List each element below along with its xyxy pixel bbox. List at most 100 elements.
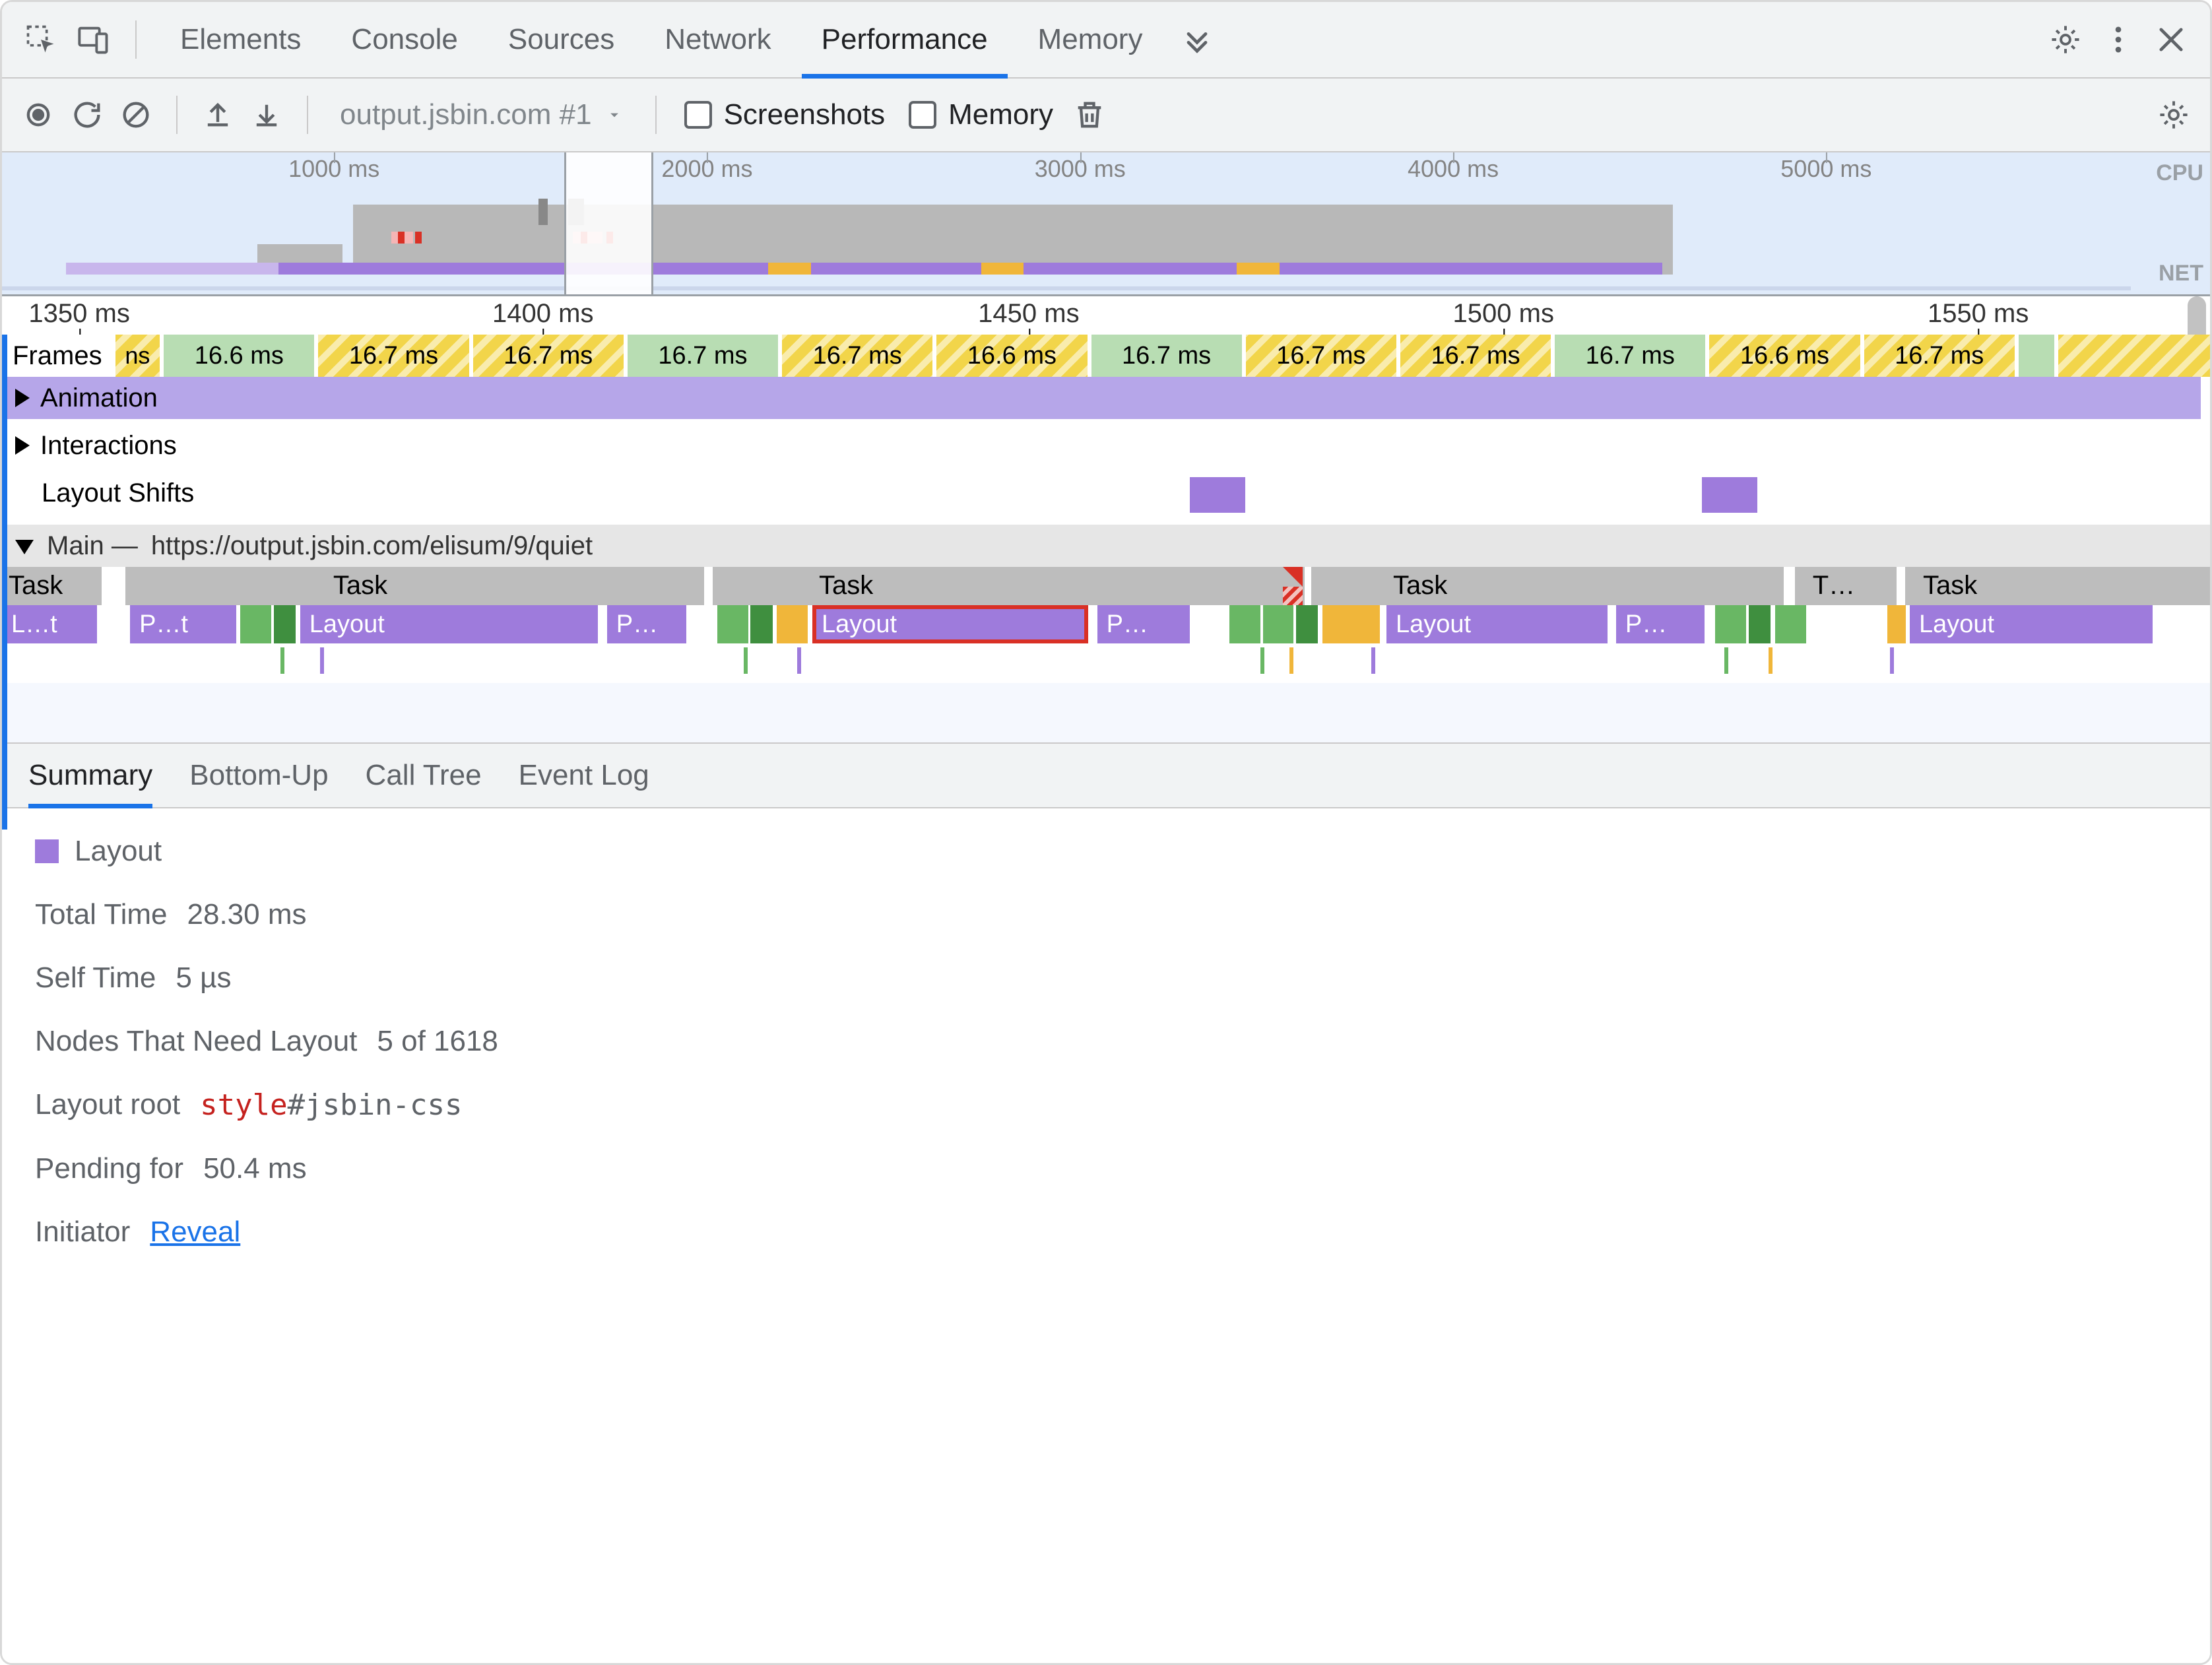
devtools-tab-bar: ElementsConsoleSourcesNetworkPerformance…	[2, 2, 2210, 79]
flame-event[interactable]: P…	[1616, 605, 1705, 643]
flame-event[interactable]: Layout	[1386, 605, 1608, 643]
collapse-icon[interactable]	[15, 540, 34, 554]
tab-performance[interactable]: Performance	[797, 2, 1013, 77]
detail-ruler[interactable]: 1350 ms1400 ms1450 ms1500 ms1550 ms	[2, 296, 2210, 335]
frame-segment[interactable]: 16.6 ms	[936, 335, 1091, 377]
frame-segment[interactable]	[2019, 335, 2058, 377]
animation-lane-label: Animation	[40, 383, 158, 413]
frame-segment[interactable]: 16.6 ms	[1709, 335, 1864, 377]
task-block[interactable]: Task	[819, 571, 873, 601]
frame-segment[interactable]: 16.7 ms	[473, 335, 628, 377]
task-block[interactable]: Task	[333, 571, 387, 601]
flame-event[interactable]	[1775, 605, 1806, 643]
screenshots-toggle[interactable]: Screenshots	[676, 98, 894, 131]
flame-chart-lanes[interactable]: Frames ns16.6 ms16.7 ms16.7 ms16.7 ms16.…	[2, 335, 2210, 742]
flame-event[interactable]	[1749, 605, 1771, 643]
frame-segment[interactable]: ns	[115, 335, 164, 377]
recording-select[interactable]: output.jsbin.com #1	[328, 90, 635, 140]
tab-sources[interactable]: Sources	[483, 2, 639, 77]
detail-tab-summary[interactable]: Summary	[28, 744, 152, 807]
flame-event[interactable]	[1296, 605, 1318, 643]
tab-memory[interactable]: Memory	[1013, 2, 1168, 77]
flame-event[interactable]	[1887, 605, 1906, 643]
task-block[interactable]: Task	[1923, 571, 1977, 601]
flame-event[interactable]	[1229, 605, 1260, 643]
overview-tick: 2000 ms	[661, 155, 752, 183]
close-devtools-icon[interactable]	[2148, 16, 2194, 63]
separator	[176, 96, 178, 134]
caret-down-icon	[605, 98, 624, 131]
expand-icon[interactable]	[15, 389, 30, 407]
capture-settings-icon[interactable]	[2153, 94, 2194, 135]
frame-segment[interactable]: 16.7 ms	[1555, 335, 1709, 377]
layout-shifts-lane[interactable]: Layout Shifts	[2, 472, 2210, 525]
task-block[interactable]: Task	[1393, 571, 1447, 601]
initiator-reveal-link[interactable]: Reveal	[150, 1216, 240, 1249]
frames-lane[interactable]: Frames ns16.6 ms16.7 ms16.7 ms16.7 ms16.…	[2, 335, 2210, 377]
flame-event[interactable]	[777, 605, 808, 643]
flame-event[interactable]	[1263, 605, 1294, 643]
detail-tab-call-tree[interactable]: Call Tree	[366, 744, 482, 807]
flame-event[interactable]: P…	[607, 605, 686, 643]
flame-event[interactable]: P…	[1097, 605, 1190, 643]
inspect-icon[interactable]	[18, 16, 64, 63]
trash-icon[interactable]	[1069, 94, 1110, 135]
detail-tab-bottom-up[interactable]: Bottom-Up	[189, 744, 328, 807]
record-icon[interactable]	[18, 94, 59, 135]
tab-network[interactable]: Network	[639, 2, 796, 77]
flame-event[interactable]	[274, 605, 296, 643]
frame-segment[interactable]: 16.7 ms	[1246, 335, 1400, 377]
flame-event[interactable]: Layout	[300, 605, 599, 643]
flame-event[interactable]	[717, 605, 748, 643]
overview-timeline[interactable]: 1000 ms2000 ms3000 ms4000 ms5000 ms	[2, 152, 2210, 296]
clear-icon[interactable]	[115, 94, 156, 135]
interactions-lane[interactable]: Interactions	[2, 419, 2210, 472]
flame-child-tick	[1371, 647, 1375, 674]
flame-event[interactable]: Layout	[1910, 605, 2153, 643]
layout-shift-event[interactable]	[1702, 477, 1757, 513]
tab-elements[interactable]: Elements	[155, 2, 326, 77]
frame-segment[interactable]: 16.7 ms	[1864, 335, 2019, 377]
settings-icon[interactable]	[2042, 16, 2089, 63]
frame-segment[interactable]: 16.7 ms	[628, 335, 782, 377]
frame-segment[interactable]: 16.7 ms	[1091, 335, 1246, 377]
flame-event[interactable]: L…t	[2, 605, 97, 643]
flame-event[interactable]	[1322, 605, 1380, 643]
flame-event[interactable]	[1715, 605, 1746, 643]
detail-tab-event-log[interactable]: Event Log	[519, 744, 649, 807]
kebab-menu-icon[interactable]	[2095, 16, 2141, 63]
frame-segment[interactable]: 16.6 ms	[164, 335, 318, 377]
flame-child-tick	[1260, 647, 1264, 674]
frame-segment[interactable]: 16.7 ms	[318, 335, 472, 377]
event-color-swatch	[35, 839, 59, 863]
tab-console[interactable]: Console	[326, 2, 482, 77]
task-block[interactable]: T…	[1813, 571, 1855, 601]
layout-shifts-label: Layout Shifts	[42, 478, 194, 508]
animation-lane[interactable]: Animation	[2, 377, 2210, 419]
frame-segment[interactable]: 16.7 ms	[782, 335, 936, 377]
frame-segment[interactable]: 16.7 ms	[1400, 335, 1555, 377]
flame-row[interactable]: L…tP…tLayoutP…LayoutP…LayoutP…Layout	[2, 605, 2210, 643]
expand-icon[interactable]	[15, 436, 30, 455]
overflow-tabs-icon[interactable]	[1174, 16, 1220, 63]
flame-event-selected[interactable]: Layout	[812, 605, 1088, 643]
flame-event[interactable]	[750, 605, 772, 643]
main-thread-header[interactable]: Main — https://output.jsbin.com/elisum/9…	[2, 525, 2210, 567]
flame-event[interactable]: P…t	[130, 605, 236, 643]
overview-gutter: CPU NET	[2131, 152, 2210, 294]
net-overview	[2, 286, 2131, 290]
download-icon[interactable]	[246, 94, 287, 135]
devtools-frame: ElementsConsoleSourcesNetworkPerformance…	[0, 0, 2212, 1665]
summary-total-time: Total Time 28.30 ms	[35, 898, 2177, 931]
task-block[interactable]: Task	[9, 571, 63, 601]
upload-icon[interactable]	[197, 94, 238, 135]
overview-tick: 1000 ms	[288, 155, 379, 183]
reload-record-icon[interactable]	[67, 94, 108, 135]
memory-toggle[interactable]: Memory	[901, 98, 1061, 131]
overview-ticks: 1000 ms2000 ms3000 ms4000 ms5000 ms	[2, 155, 2052, 184]
interactions-lane-label: Interactions	[40, 431, 177, 461]
task-row[interactable]: Task Task Task Task T… Task	[2, 567, 2210, 605]
flame-event[interactable]	[240, 605, 271, 643]
device-toggle-icon[interactable]	[71, 16, 117, 63]
layout-shift-event[interactable]	[1190, 477, 1245, 513]
